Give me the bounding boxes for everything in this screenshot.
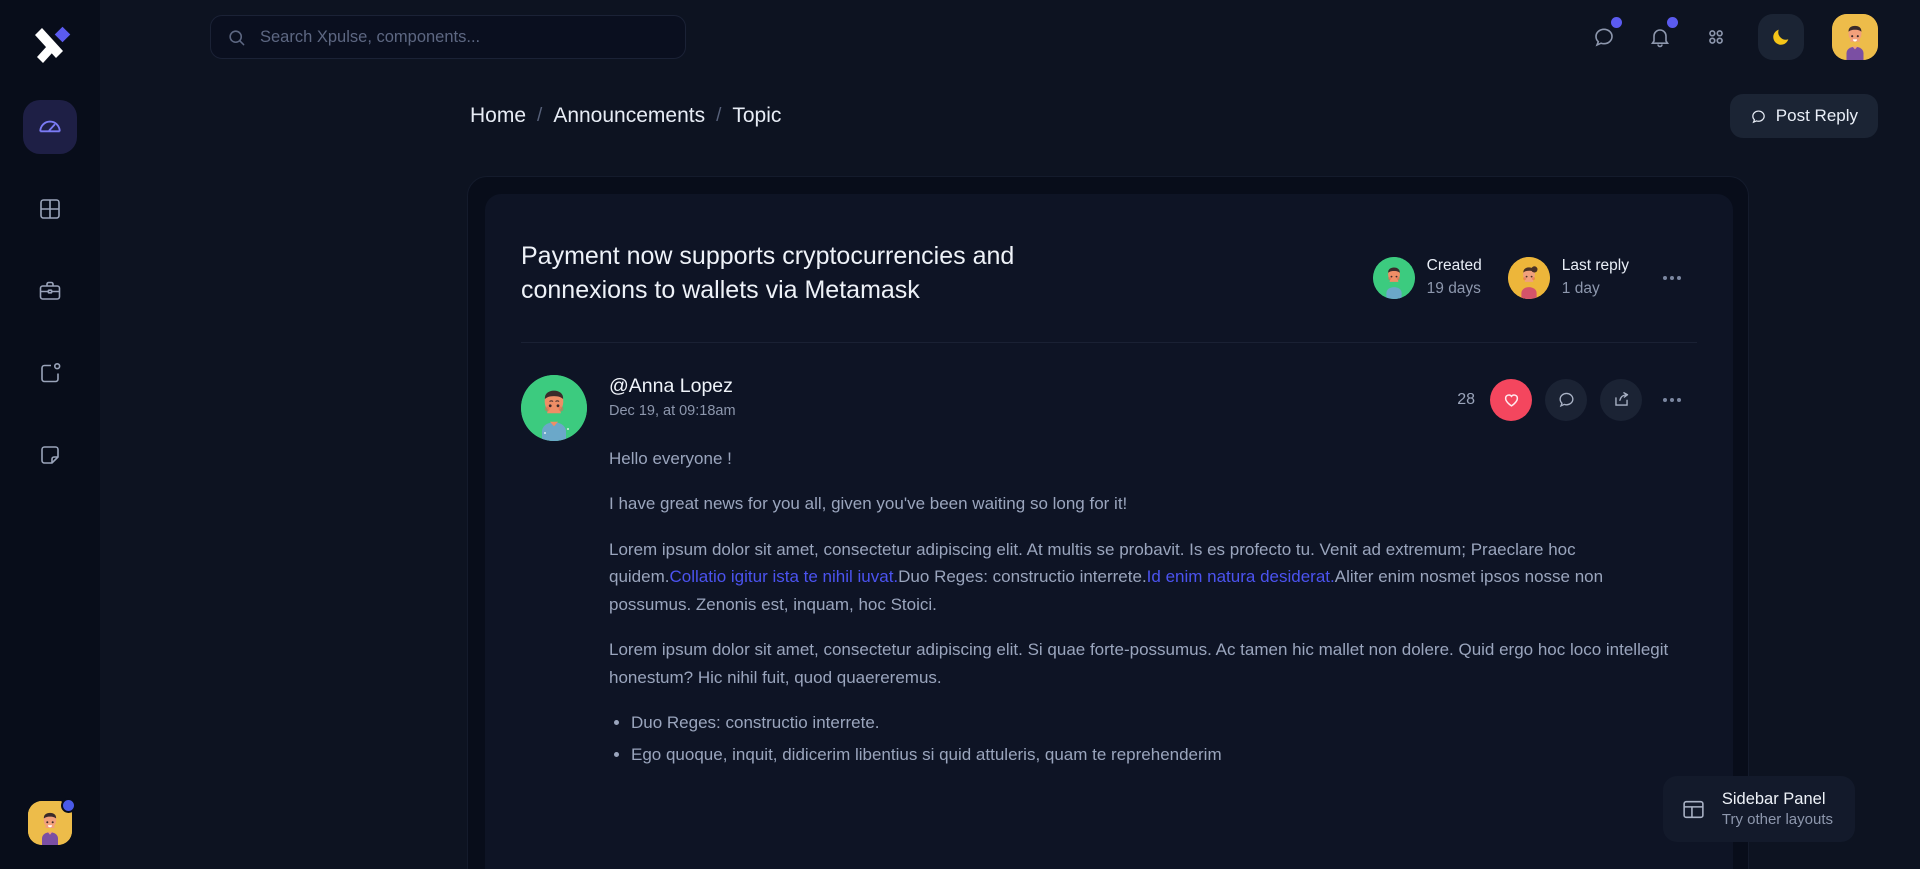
more-horizontal-icon [1677, 276, 1681, 280]
post-paragraph: Lorem ipsum dolor sit amet, consectetur … [609, 536, 1689, 619]
moon-icon [1770, 26, 1792, 48]
creator-avatar [1373, 257, 1415, 299]
post-content: Hello everyone ! I have great news for yo… [609, 445, 1689, 769]
panel-hint-subtitle: Try other layouts [1722, 811, 1833, 828]
topic-more-button[interactable] [1655, 261, 1689, 295]
post-body-wrap: @Anna Lopez Dec 19, at 09:18am 28 [609, 375, 1689, 779]
search-input[interactable] [260, 28, 669, 47]
topic-meta: Created 19 days [1373, 240, 1689, 308]
post-inline-link[interactable]: Collatio igitur ista te nihil iuvat. [669, 567, 898, 586]
avatar-illustration [1373, 257, 1415, 299]
post-item: @Anna Lopez Dec 19, at 09:18am 28 [485, 343, 1733, 779]
breadcrumb-separator: / [537, 105, 542, 127]
more-horizontal-icon [1677, 398, 1681, 402]
sticker-icon [38, 443, 62, 467]
last-reply-label: Last reply [1562, 255, 1629, 277]
sidebar-account [0, 801, 100, 845]
sidebar-panel-hint[interactable]: Sidebar Panel Try other layouts [1663, 776, 1855, 842]
more-horizontal-icon [1663, 398, 1667, 402]
apps-grid-glyph [1705, 26, 1727, 48]
like-button[interactable] [1490, 379, 1532, 421]
sidebar-item-projects[interactable] [23, 264, 77, 318]
avatar-illustration [521, 375, 587, 441]
topic-outer-card: Payment now supports cryptocurrencies an… [467, 176, 1749, 869]
layout-panel-icon [1681, 797, 1706, 822]
topic-last-reply: Last reply 1 day [1508, 255, 1629, 300]
chat-icon[interactable] [1590, 23, 1618, 51]
square-dot-icon [38, 361, 62, 385]
account-avatar[interactable] [28, 801, 72, 845]
breadcrumb-separator: / [716, 105, 721, 127]
share-icon [1612, 390, 1631, 409]
post-header: @Anna Lopez Dec 19, at 09:18am 28 [609, 375, 1689, 421]
breadcrumb-row: Home / Announcements / Topic Post Reply [100, 74, 1920, 136]
gauge-icon [37, 114, 63, 140]
page-title: Payment now supports cryptocurrencies an… [521, 240, 1081, 308]
more-horizontal-icon [1663, 276, 1667, 280]
theme-toggle-button[interactable] [1758, 14, 1804, 60]
post-author[interactable]: @Anna Lopez [609, 375, 736, 398]
topic-created: Created 19 days [1373, 255, 1482, 300]
created-label: Created [1427, 255, 1482, 277]
more-horizontal-icon [1670, 276, 1674, 280]
sidebar-nav [0, 100, 100, 482]
more-horizontal-icon [1670, 398, 1674, 402]
sidebar-item-layouts[interactable] [23, 182, 77, 236]
app-logo[interactable] [22, 18, 78, 74]
post-more-button[interactable] [1655, 383, 1689, 417]
status-badge [61, 798, 76, 813]
author-avatar[interactable] [521, 375, 587, 441]
last-reply-value: 1 day [1562, 278, 1629, 300]
breadcrumb-item-topic[interactable]: Topic [732, 104, 781, 128]
x-logo-icon [29, 25, 71, 67]
avatar-illustration [1508, 257, 1550, 299]
breadcrumb-item-home[interactable]: Home [470, 104, 526, 128]
sidebar-item-notes[interactable] [23, 428, 77, 482]
bell-badge [1667, 17, 1678, 28]
main-area: Home / Announcements / Topic Post Reply … [100, 0, 1920, 869]
user-avatar[interactable] [1832, 14, 1878, 60]
sidebar-item-notifications[interactable] [23, 346, 77, 400]
chat-bubble-glyph [1592, 25, 1616, 49]
panel-hint-title: Sidebar Panel [1722, 790, 1833, 809]
grid-icon [38, 197, 62, 221]
created-value: 19 days [1427, 278, 1482, 300]
post-paragraph: Lorem ipsum dolor sit amet, consectetur … [609, 636, 1689, 691]
breadcrumb: Home / Announcements / Topic [470, 104, 781, 128]
topic-header: Payment now supports cryptocurrencies an… [485, 194, 1733, 308]
post-bullet-list: Duo Reges: constructio interrete. Ego quo… [631, 709, 1689, 768]
app-root: Home / Announcements / Topic Post Reply … [0, 0, 1920, 869]
comment-button[interactable] [1545, 379, 1587, 421]
topbar [100, 0, 1920, 74]
post-paragraph: Hello everyone ! [609, 445, 1689, 473]
breadcrumb-item-announcements[interactable]: Announcements [553, 104, 705, 128]
apps-grid-icon[interactable] [1702, 23, 1730, 51]
list-item: Duo Reges: constructio interrete. [631, 709, 1689, 737]
post-reply-button[interactable]: Post Reply [1730, 94, 1878, 138]
share-button[interactable] [1600, 379, 1642, 421]
post-inline-link[interactable]: Id enim natura desiderat. [1147, 567, 1335, 586]
topbar-actions [1590, 14, 1878, 60]
list-item: Ego quoque, inquit, didicerim libentius … [631, 741, 1689, 769]
post-timestamp: Dec 19, at 09:18am [609, 403, 736, 419]
replier-avatar [1508, 257, 1550, 299]
bell-glyph [1648, 25, 1672, 49]
comment-icon [1557, 390, 1576, 409]
left-sidebar [0, 0, 100, 869]
chat-badge [1611, 17, 1622, 28]
avatar-illustration [1832, 14, 1878, 60]
chat-bubble-icon [1750, 108, 1767, 125]
post-reply-label: Post Reply [1776, 106, 1858, 126]
post-paragraph: I have great news for you all, given you… [609, 490, 1689, 518]
topic-card: Payment now supports cryptocurrencies an… [485, 194, 1733, 869]
post-actions: 28 [1457, 375, 1689, 421]
like-count: 28 [1457, 391, 1475, 409]
search-bar[interactable] [210, 15, 686, 59]
bell-icon[interactable] [1646, 23, 1674, 51]
sidebar-item-dashboard[interactable] [23, 100, 77, 154]
briefcase-icon [38, 279, 62, 303]
search-icon [227, 28, 246, 47]
heart-icon [1502, 390, 1521, 409]
